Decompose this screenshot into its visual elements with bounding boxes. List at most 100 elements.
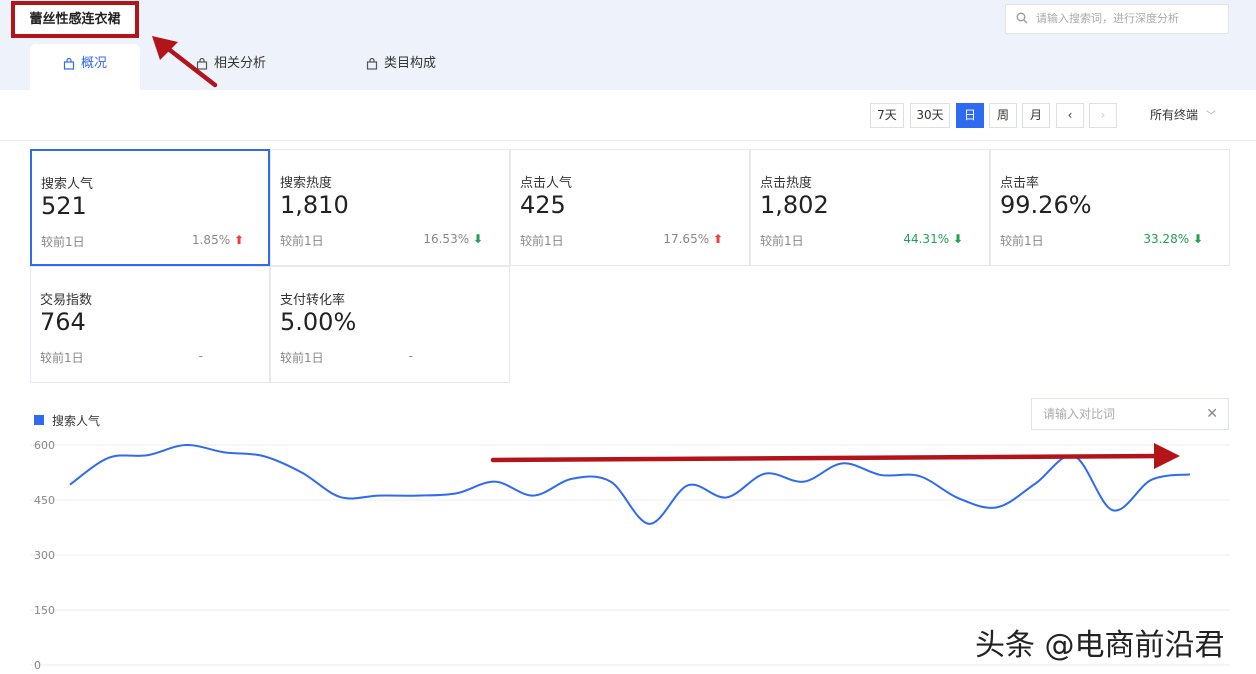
- metric-card-click-heat[interactable]: 点击热度 1,802 较前1日 44.31% ⬇: [750, 149, 990, 266]
- data-point[interactable]: [1188, 472, 1192, 476]
- metric-value: 99.26%: [1000, 191, 1092, 219]
- metric-change: 1.85% ⬆: [152, 233, 244, 247]
- metric-card-click-rate[interactable]: 点击率 99.26% 较前1日 33.28% ⬇: [990, 149, 1230, 266]
- metric-value: 1,810: [280, 191, 349, 219]
- data-point[interactable]: [1034, 482, 1038, 486]
- data-point[interactable]: [879, 473, 883, 477]
- data-point[interactable]: [261, 454, 265, 458]
- metric-value: 425: [520, 191, 566, 219]
- y-tick-label: 300: [34, 549, 55, 562]
- metric-change: 17.65% ⬆: [631, 232, 723, 246]
- range-30d-button[interactable]: 30天: [910, 103, 950, 128]
- metric-compare-label: 较前1日: [41, 235, 85, 249]
- series-line-search-popularity: [69, 443, 1191, 525]
- data-point[interactable]: [609, 480, 613, 484]
- metric-change: -: [408, 349, 413, 363]
- next-button[interactable]: ›: [1089, 103, 1117, 128]
- metric-label: 点击率: [1000, 176, 1040, 191]
- data-point[interactable]: [68, 483, 72, 487]
- compare-word-input[interactable]: 请输入对比词 ✕: [1031, 398, 1229, 430]
- divider: [0, 140, 1256, 141]
- data-point[interactable]: [300, 471, 304, 475]
- tab-overview-label: 概况: [80, 56, 107, 71]
- data-point[interactable]: [222, 450, 226, 454]
- legend-swatch: [34, 415, 44, 425]
- compare-placeholder: 请输入对比词: [1043, 407, 1116, 421]
- tab-overview[interactable]: 概况: [30, 44, 140, 90]
- metric-change: -: [198, 349, 203, 363]
- data-point[interactable]: [725, 495, 729, 499]
- search-input[interactable]: 请输入搜索词，进行深度分析: [1005, 4, 1229, 34]
- metric-label: 点击热度: [760, 176, 813, 191]
- data-point[interactable]: [802, 480, 806, 484]
- chevron-down-icon: ﹀: [1206, 111, 1217, 122]
- legend-label[interactable]: 搜索人气: [52, 412, 100, 429]
- metric-change-value: 16.53%: [423, 232, 470, 246]
- data-point[interactable]: [840, 461, 844, 465]
- metric-label: 交易指数: [40, 293, 93, 308]
- data-point[interactable]: [995, 505, 999, 509]
- data-point[interactable]: [493, 480, 497, 484]
- data-point[interactable]: [454, 491, 458, 495]
- data-point[interactable]: [647, 522, 651, 526]
- tab-related-analysis[interactable]: 相关分析: [196, 44, 266, 90]
- data-point[interactable]: [1111, 508, 1115, 512]
- arrow-down-icon: ⬇: [1192, 232, 1203, 246]
- bag-icon: [63, 57, 75, 70]
- arrow-up-icon: ⬆: [712, 232, 723, 246]
- metric-compare-label: 较前1日: [1000, 234, 1044, 248]
- y-tick-label: 150: [34, 604, 55, 617]
- range-week-button[interactable]: 周: [989, 103, 1017, 128]
- metric-change: 33.28% ⬇: [1111, 232, 1203, 246]
- y-tick-label: 600: [34, 439, 55, 452]
- terminal-select[interactable]: 所有终端 ﹀: [1150, 103, 1216, 128]
- metric-compare-label: 较前1日: [280, 234, 324, 248]
- bag-icon: [366, 57, 378, 70]
- metric-value: 764: [40, 308, 86, 336]
- metric-change-value: 1.85%: [191, 233, 231, 247]
- y-tick-label: 450: [34, 494, 55, 507]
- metric-card-search-popularity[interactable]: 搜索人气 521 较前1日 1.85% ⬆: [30, 149, 270, 266]
- data-point[interactable]: [184, 443, 188, 447]
- metric-compare-label: 较前1日: [280, 351, 324, 365]
- data-point[interactable]: [918, 474, 922, 478]
- data-point[interactable]: [956, 496, 960, 500]
- metric-change-value: 17.65%: [663, 232, 710, 246]
- metric-compare-label: 较前1日: [520, 234, 564, 248]
- data-point[interactable]: [1149, 478, 1153, 482]
- range-day-button[interactable]: 日: [956, 103, 984, 128]
- data-point[interactable]: [416, 494, 420, 498]
- search-icon: [1016, 12, 1028, 24]
- data-point[interactable]: [145, 453, 149, 457]
- arrow-down-icon: ⬇: [472, 232, 483, 246]
- data-point[interactable]: [686, 483, 690, 487]
- close-icon[interactable]: ✕: [1206, 399, 1218, 429]
- data-point[interactable]: [1072, 454, 1076, 458]
- range-month-button[interactable]: 月: [1022, 103, 1050, 128]
- prev-button[interactable]: ‹: [1056, 103, 1084, 128]
- metric-card-trade-index[interactable]: 交易指数 764 较前1日 -: [30, 266, 270, 383]
- data-point[interactable]: [763, 472, 767, 476]
- arrow-up-icon: ⬆: [233, 233, 244, 247]
- y-tick-label: 0: [34, 659, 41, 672]
- data-point[interactable]: [570, 477, 574, 481]
- data-point[interactable]: [377, 494, 381, 498]
- metric-compare-label: 较前1日: [760, 234, 804, 248]
- keyword-title: 蕾丝性感连衣裙: [29, 12, 121, 27]
- metric-change-value: 33.28%: [1143, 232, 1190, 246]
- terminal-select-value: 所有终端: [1150, 108, 1199, 122]
- data-point[interactable]: [338, 495, 342, 499]
- tab-related-analysis-label: 相关分析: [214, 56, 267, 71]
- data-point[interactable]: [107, 456, 111, 460]
- bag-icon: [196, 57, 208, 70]
- metric-value: 1,802: [760, 191, 829, 219]
- arrow-down-icon: ⬇: [952, 232, 963, 246]
- range-7d-button[interactable]: 7天: [870, 103, 904, 128]
- metric-card-payment-conversion[interactable]: 支付转化率 5.00% 较前1日 -: [270, 266, 510, 383]
- metric-card-click-popularity[interactable]: 点击人气 425 较前1日 17.65% ⬆: [510, 149, 750, 266]
- metric-card-search-heat[interactable]: 搜索热度 1,810 较前1日 16.53% ⬇: [270, 149, 510, 266]
- chevron-right-icon: ›: [1100, 108, 1106, 122]
- metric-label: 点击人气: [520, 176, 573, 191]
- tab-category-composition[interactable]: 类目构成: [366, 44, 436, 90]
- data-point[interactable]: [531, 494, 535, 498]
